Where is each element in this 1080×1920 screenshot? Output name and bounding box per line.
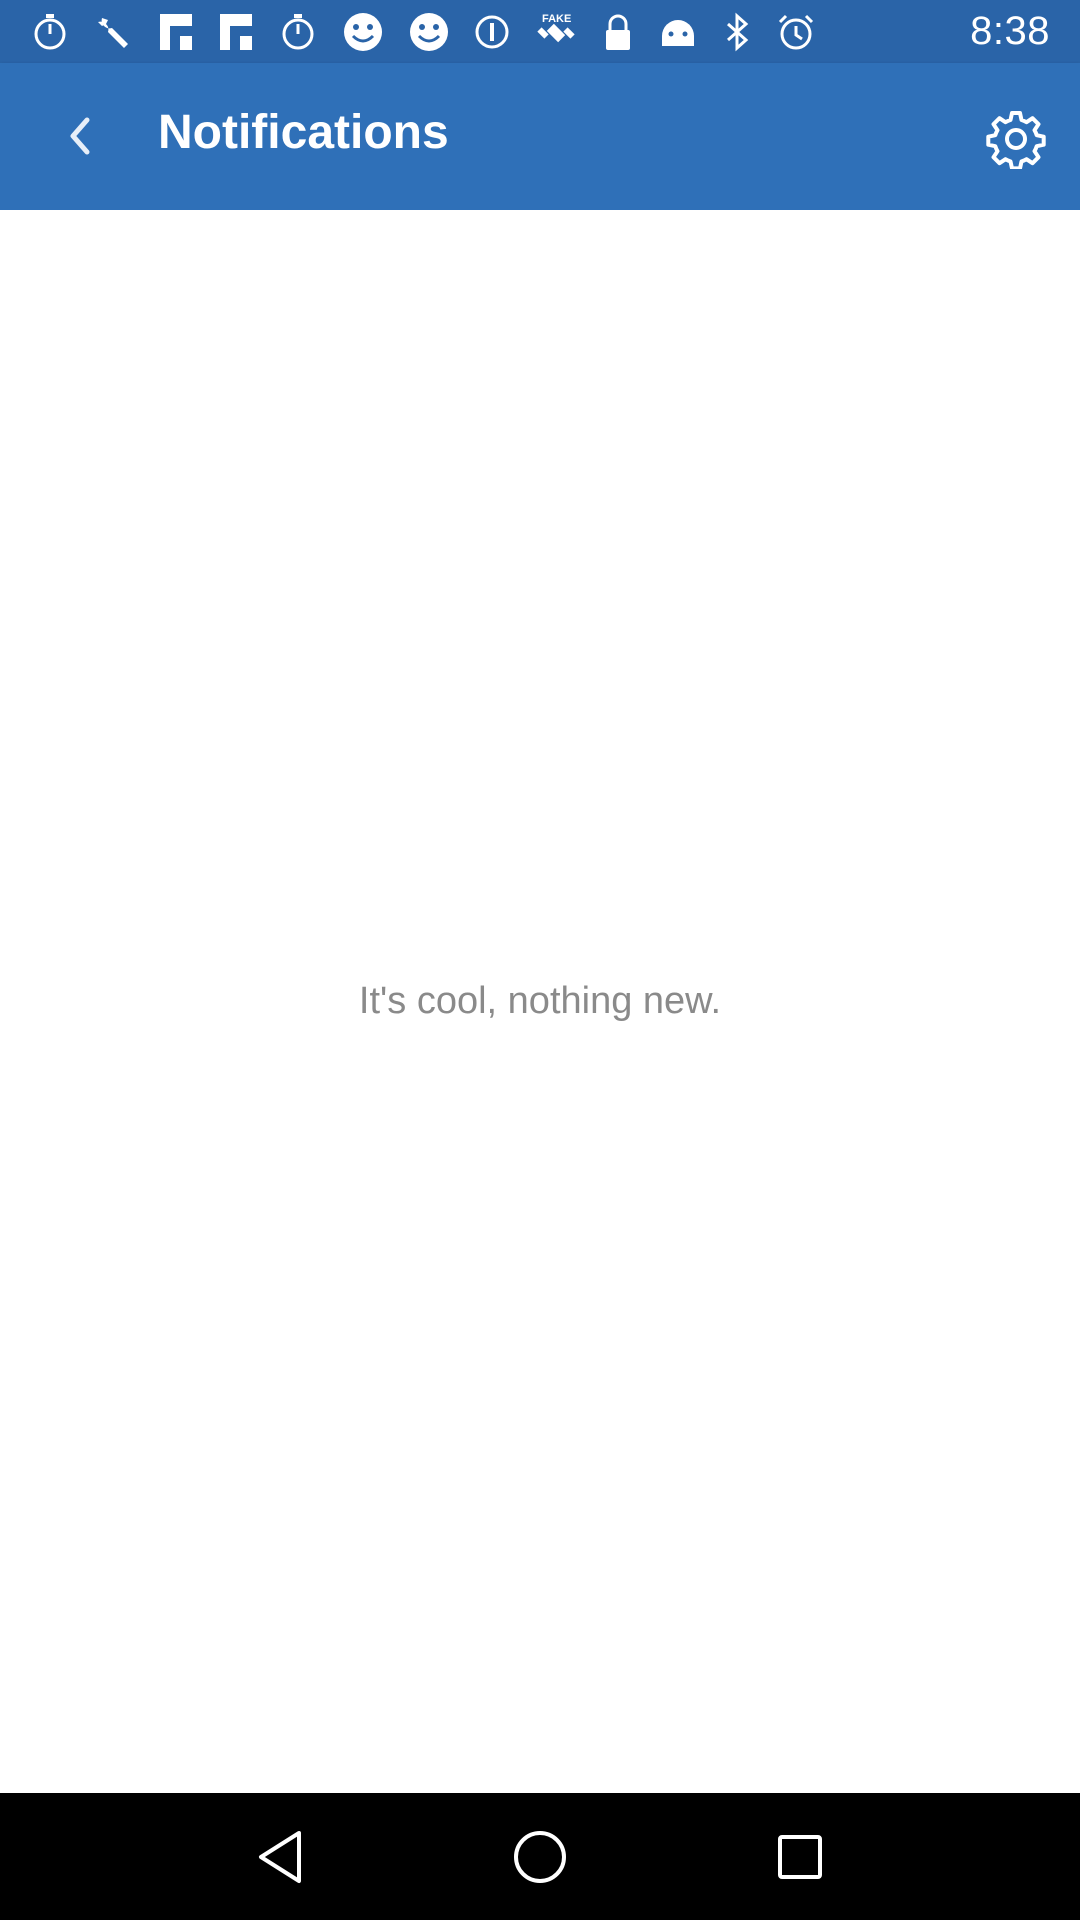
- smiley-icon: [344, 12, 382, 51]
- nav-back-button[interactable]: [230, 1807, 330, 1907]
- gear-icon: [986, 111, 1046, 169]
- recents-square-icon: [778, 1834, 822, 1879]
- status-bar: FAKE 8:38: [0, 0, 1080, 63]
- page-title: Notifications: [158, 106, 449, 159]
- flipboard-icon: [220, 13, 252, 50]
- stopwatch-icon: [282, 13, 314, 49]
- nav-recents-button[interactable]: [750, 1807, 850, 1907]
- notifications-content: It's cool, nothing new.: [0, 210, 1080, 1793]
- status-clock: 8:38: [970, 9, 1050, 53]
- stopwatch-icon: [34, 13, 66, 49]
- android-icon: [662, 19, 694, 46]
- info-icon: [475, 15, 509, 48]
- status-icons: FAKE: [30, 10, 970, 54]
- chevron-left-icon: [70, 117, 90, 155]
- empty-state-message: It's cool, nothing new.: [358, 980, 722, 1022]
- smiley-icon: [410, 12, 448, 51]
- home-circle-icon: [514, 1830, 566, 1883]
- alarm-icon: [778, 14, 814, 49]
- flipboard-icon: [160, 13, 192, 50]
- fake-gps-icon: FAKE: [537, 13, 575, 42]
- settings-button[interactable]: [980, 103, 1052, 175]
- back-button[interactable]: [36, 93, 122, 179]
- lock-icon: [606, 14, 630, 50]
- wrench-icon: [98, 17, 128, 48]
- navigation-bar: [0, 1793, 1080, 1920]
- back-triangle-icon: [259, 1830, 301, 1883]
- svg-text:FAKE: FAKE: [542, 13, 571, 25]
- nav-home-button[interactable]: [490, 1807, 590, 1907]
- app-bar: Notifications: [0, 63, 1080, 210]
- bluetooth-icon: [727, 12, 749, 51]
